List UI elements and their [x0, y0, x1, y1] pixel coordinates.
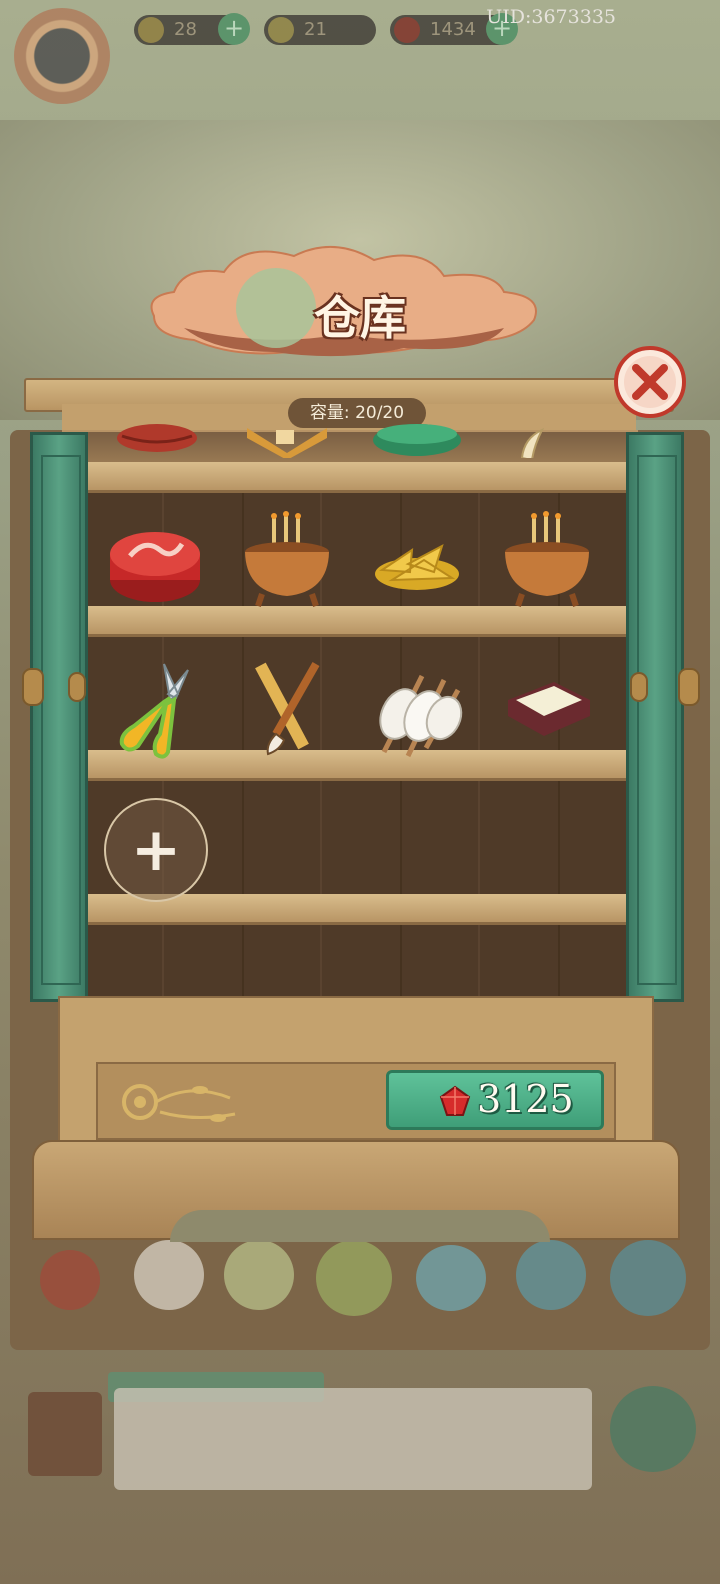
golden-leaves-icon: [375, 543, 459, 590]
expand-price: 3125: [477, 1077, 574, 1121]
expand-storage-button[interactable]: 3125: [386, 1070, 604, 1130]
ruby-icon: [394, 17, 420, 43]
item-garlic[interactable]: [492, 408, 602, 458]
lightning-icon: [138, 17, 164, 43]
floral-ornament-icon: [122, 1084, 236, 1122]
door-handle-left: [68, 672, 86, 702]
item-golden-leaves[interactable]: [362, 510, 472, 620]
item-red-tin-box[interactable]: [100, 510, 210, 620]
tea-box-icon: [247, 428, 327, 458]
cabinet-foot-arch: [170, 1210, 550, 1242]
door-hinge-right: [678, 668, 700, 706]
item-silk-spools[interactable]: [364, 656, 474, 766]
cabinet-right-door: [626, 432, 684, 1002]
player-avatar[interactable]: [14, 8, 110, 104]
item-green-bowl[interactable]: [362, 408, 472, 458]
item-pruning-shears[interactable]: [104, 654, 214, 764]
bg-panda-icon: [134, 1240, 204, 1310]
warehouse-title: 仓库: [314, 291, 406, 345]
energy-counter: 28 +: [134, 13, 250, 45]
silk-spools-icon: [379, 674, 463, 758]
shelf: [88, 462, 626, 493]
bg-teapot-icon: [610, 1240, 686, 1316]
incense-burner-icon: [245, 511, 329, 607]
pruning-shears-icon: [119, 663, 189, 759]
bg-panda-icon: [316, 1240, 392, 1316]
add-slot-button[interactable]: +: [104, 798, 208, 902]
ruby-gem-icon: [439, 1085, 471, 1116]
energy-value: 28: [174, 19, 197, 40]
item-brush-and-ruler[interactable]: [236, 654, 346, 764]
brush-and-ruler-icon: [255, 662, 320, 756]
ruby-value: 1434: [430, 19, 476, 40]
npc-avatar-icon[interactable]: [610, 1386, 696, 1472]
chest-icon[interactable]: [28, 1392, 102, 1476]
door-hinge-left: [22, 668, 44, 706]
item-incense-burner[interactable]: [492, 510, 602, 620]
item-red-yarn[interactable]: [102, 408, 212, 458]
tray-box-icon: [508, 682, 590, 736]
bg-item-icon: [40, 1250, 100, 1310]
item-tray-box[interactable]: [494, 654, 604, 764]
red-tin-box-icon: [110, 532, 200, 602]
green-bowl-icon: [373, 424, 461, 456]
user-id-label: UID:3673335: [486, 6, 616, 28]
incense-burner-icon: [505, 511, 589, 607]
bg-teapot-icon: [516, 1240, 586, 1310]
coin-icon: [268, 17, 294, 43]
quest-message-panel: [114, 1388, 592, 1490]
close-button[interactable]: [612, 344, 688, 420]
plus-icon: +: [130, 815, 182, 885]
cabinet-left-door: [30, 432, 88, 1002]
coin-value: 21: [304, 19, 327, 40]
red-yarn-icon: [117, 424, 197, 452]
coin-counter: 21: [264, 15, 376, 45]
door-handle-right: [630, 672, 648, 702]
bg-teapot-icon: [416, 1245, 486, 1311]
item-tea-box[interactable]: [232, 408, 342, 458]
add-energy-button[interactable]: +: [218, 13, 250, 45]
garlic-icon: [520, 427, 545, 458]
bg-panda-icon: [224, 1240, 294, 1310]
item-incense-burner[interactable]: [232, 510, 342, 620]
